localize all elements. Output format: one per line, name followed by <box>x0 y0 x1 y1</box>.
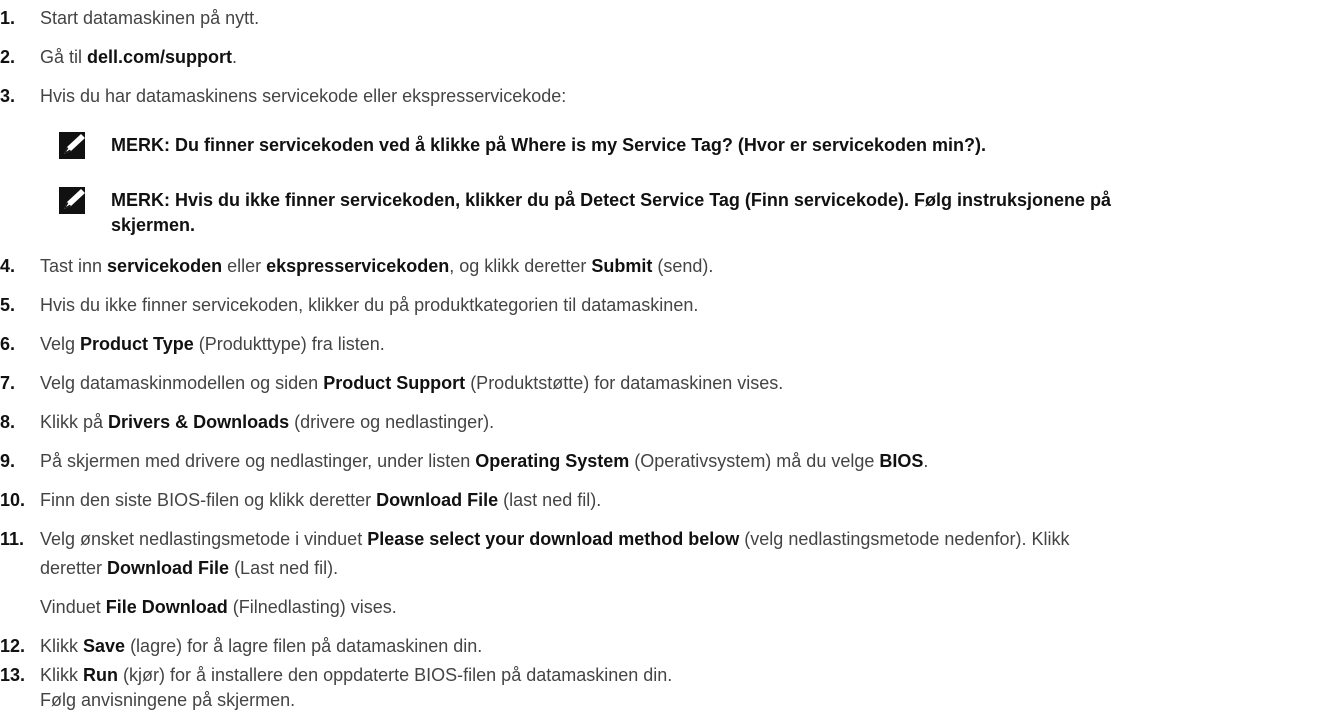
pencil-note-icon <box>59 132 85 159</box>
step-text: Hvis du har datamaskinens servicekode el… <box>40 86 567 106</box>
step-5: 5. Hvis du ikke finner servicekoden, kli… <box>0 293 698 317</box>
step-8: 8. Klikk på Drivers & Downloads (drivere… <box>0 410 494 434</box>
step-text: Start datamaskinen på nytt. <box>40 8 260 28</box>
step-number: 4. <box>0 256 16 276</box>
step-text: Finn den siste BIOS-filen og klikk deret… <box>40 490 602 510</box>
step-number: 9. <box>0 451 16 471</box>
step-text: Tast inn servicekoden eller ekspresservi… <box>40 256 714 276</box>
step-13: 13. Klikk Run (kjør) for å installere de… <box>0 663 672 687</box>
step-text: Hvis du ikke finner servicekoden, klikke… <box>40 295 699 315</box>
step-text: Klikk Save (lagre) for å lagre filen på … <box>40 636 483 656</box>
step-7: 7. Velg datamaskinmodellen og siden Prod… <box>0 371 783 395</box>
document-page: 1. Start datamaskinen på nytt. 2. Gå til… <box>0 0 1334 712</box>
step-text: Klikk på Drivers & Downloads (drivere og… <box>40 412 495 432</box>
step-number: 13. <box>0 665 26 685</box>
step-number: 6. <box>0 334 16 354</box>
step-2: 2. Gå til dell.com/support. <box>0 45 237 69</box>
step-text: På skjermen med drivere og nedlastinger,… <box>40 451 929 471</box>
step-9: 9. På skjermen med drivere og nedlasting… <box>0 449 928 473</box>
step-6: 6. Velg Product Type (Produkttype) fra l… <box>0 332 385 356</box>
step-number: 2. <box>0 47 16 67</box>
step-number: 10. <box>0 490 26 510</box>
step-4: 4. Tast inn servicekoden eller ekspresse… <box>0 254 713 278</box>
step-text: Gå til dell.com/support. <box>40 47 238 67</box>
step-number: 1. <box>0 8 16 28</box>
support-link[interactable]: dell.com/support <box>87 47 232 67</box>
step-13-followup: Følg anvisningene på skjermen. <box>40 690 296 710</box>
step-text: Velg ønsket nedlastingsmetode i vinduet … <box>40 529 1070 549</box>
step-11-continuation: deretter Download File (Last ned fil). <box>40 558 339 578</box>
note-text: MERK: Hvis du ikke finner servicekoden, … <box>111 190 1111 235</box>
step-number: 5. <box>0 295 16 315</box>
note-text: MERK: Du finner servicekoden ved å klikk… <box>111 135 986 155</box>
step-number: 3. <box>0 86 16 106</box>
step-1: 1. Start datamaskinen på nytt. <box>0 6 259 30</box>
step-text: Klikk Run (kjør) for å installere den op… <box>40 665 673 685</box>
step-11: 11. Velg ønsket nedlastingsmetode i vind… <box>0 527 1069 551</box>
step-text: Velg datamaskinmodellen og siden Product… <box>40 373 784 393</box>
step-3: 3. Hvis du har datamaskinens servicekode… <box>0 84 566 108</box>
step-12: 12. Klikk Save (lagre) for å lagre filen… <box>0 634 482 658</box>
step-number: 11. <box>0 529 25 549</box>
step-text: Velg Product Type (Produkttype) fra list… <box>40 334 385 354</box>
step-number: 12. <box>0 636 26 656</box>
note-1: MERK: Du finner servicekoden ved å klikk… <box>58 132 1328 161</box>
note-2: MERK: Hvis du ikke finner servicekoden, … <box>58 187 1328 238</box>
step-11-result: Vinduet File Download (Filnedlasting) vi… <box>40 597 397 617</box>
step-10: 10. Finn den siste BIOS-filen og klikk d… <box>0 488 601 512</box>
step-number: 7. <box>0 373 16 393</box>
step-number: 8. <box>0 412 16 432</box>
pencil-note-icon <box>59 187 85 214</box>
